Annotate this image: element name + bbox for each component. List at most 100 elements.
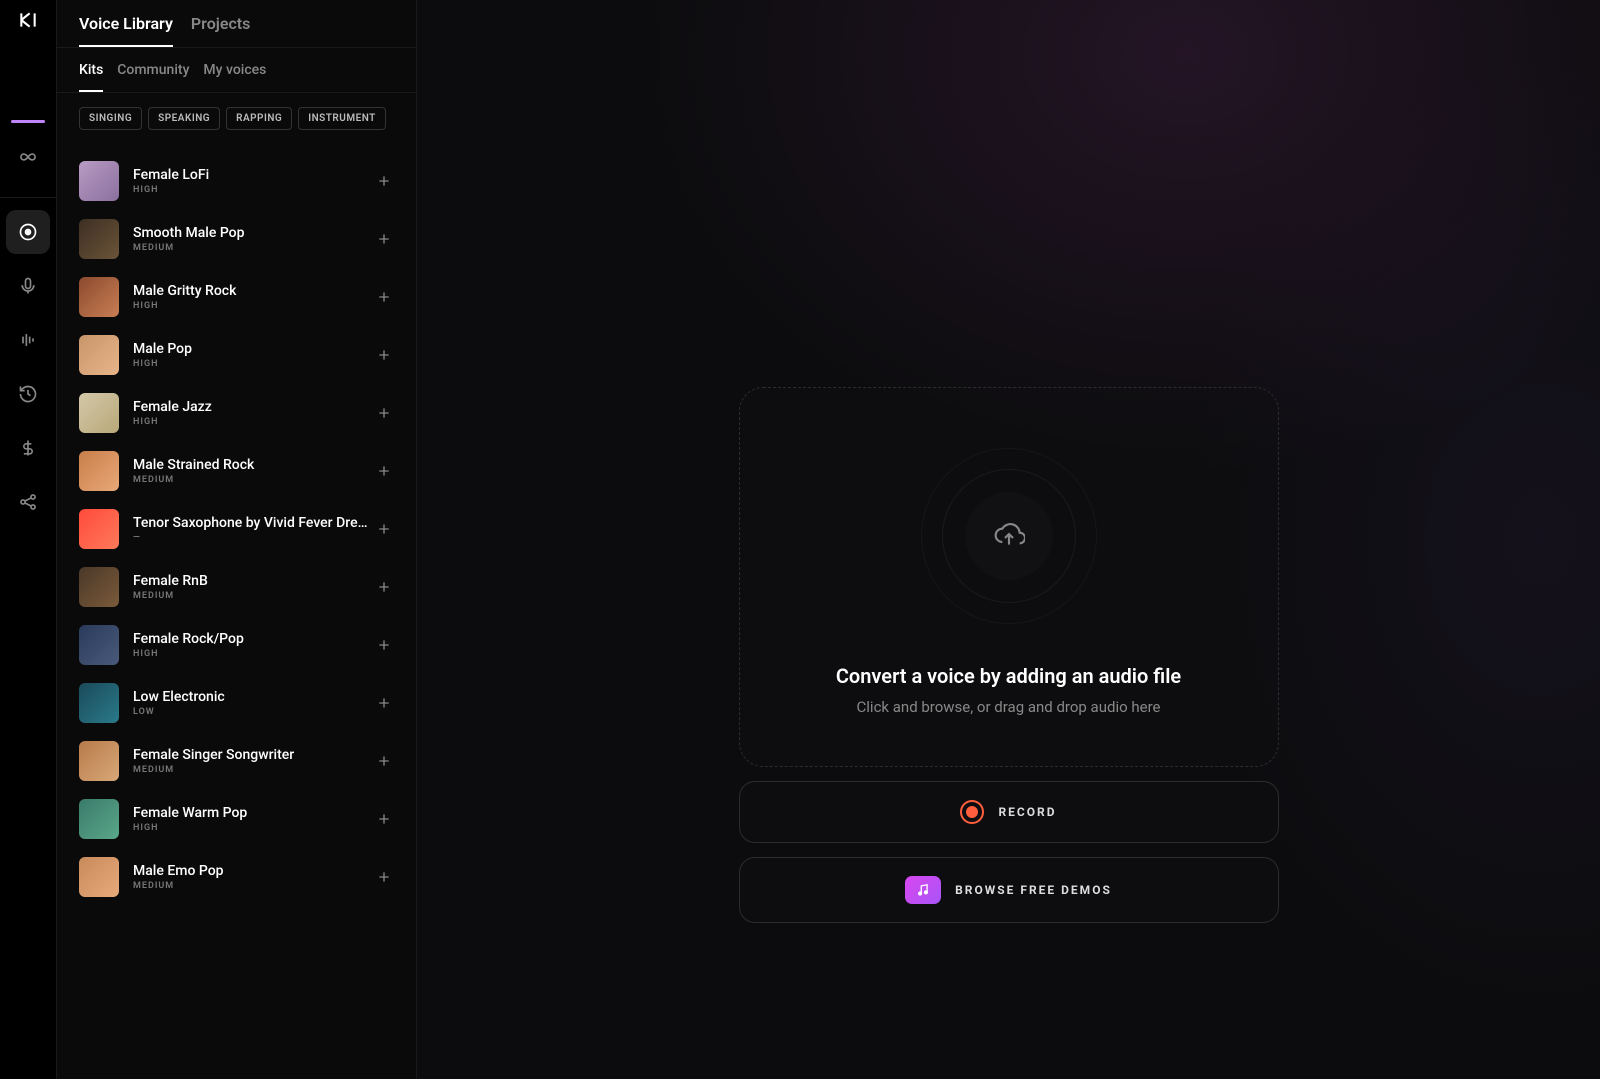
audio-drop-zone[interactable]: Convert a voice by adding an audio file … <box>739 387 1279 767</box>
record-icon <box>960 800 984 824</box>
subtab-community[interactable]: Community <box>117 62 189 92</box>
add-voice-button[interactable] <box>370 863 398 891</box>
voice-name: Female RnB <box>133 573 370 589</box>
add-voice-button[interactable] <box>370 341 398 369</box>
voice-quality: — <box>133 533 370 543</box>
drop-zone-title: Convert a voice by adding an audio file <box>836 664 1181 688</box>
filter-singing[interactable]: SINGING <box>79 107 142 130</box>
add-voice-button[interactable] <box>370 573 398 601</box>
main-area: Convert a voice by adding an audio file … <box>417 0 1600 1079</box>
subtab-kits[interactable]: Kits <box>79 62 103 92</box>
voice-quality: MEDIUM <box>133 475 370 485</box>
voice-item[interactable]: Male Pop HIGH <box>79 326 406 384</box>
add-voice-button[interactable] <box>370 283 398 311</box>
add-voice-button[interactable] <box>370 805 398 833</box>
voice-thumbnail <box>79 219 119 259</box>
voice-quality: MEDIUM <box>133 881 370 891</box>
voice-item[interactable]: Male Gritty Rock HIGH <box>79 268 406 326</box>
sidebar-disc-icon[interactable] <box>6 210 50 254</box>
voice-thumbnail <box>79 683 119 723</box>
voice-name: Male Gritty Rock <box>133 283 370 299</box>
voice-item[interactable]: Female Singer Songwriter MEDIUM <box>79 732 406 790</box>
sub-nav: Kits Community My voices <box>57 48 416 93</box>
add-voice-button[interactable] <box>370 457 398 485</box>
voice-quality: HIGH <box>133 649 370 659</box>
voice-item[interactable]: Tenor Saxophone by Vivid Fever Dreams — <box>79 500 406 558</box>
voice-thumbnail <box>79 625 119 665</box>
voice-info: Female Rock/Pop HIGH <box>133 631 370 659</box>
record-label: RECORD <box>998 805 1056 819</box>
add-voice-button[interactable] <box>370 515 398 543</box>
voice-thumbnail <box>79 567 119 607</box>
icon-sidebar <box>0 0 57 1079</box>
sidebar-share-icon[interactable] <box>6 480 50 524</box>
voice-info: Female Jazz HIGH <box>133 399 370 427</box>
add-voice-button[interactable] <box>370 747 398 775</box>
voice-info: Tenor Saxophone by Vivid Fever Dreams — <box>133 515 370 543</box>
voice-name: Male Strained Rock <box>133 457 370 473</box>
add-voice-button[interactable] <box>370 399 398 427</box>
voice-thumbnail <box>79 393 119 433</box>
filter-row: SINGING SPEAKING RAPPING INSTRUMENT <box>57 93 416 144</box>
voice-info: Low Electronic LOW <box>133 689 370 717</box>
voice-name: Smooth Male Pop <box>133 225 370 241</box>
voice-item[interactable]: Male Emo Pop MEDIUM <box>79 848 406 906</box>
sidebar-microphone-icon[interactable] <box>6 264 50 308</box>
voice-item[interactable]: Female LoFi HIGH <box>79 152 406 210</box>
voice-name: Female Singer Songwriter <box>133 747 370 763</box>
voice-quality: MEDIUM <box>133 765 370 775</box>
app-logo[interactable] <box>18 10 38 30</box>
nav-active-indicator <box>11 120 45 123</box>
voice-name: Low Electronic <box>133 689 370 705</box>
record-button[interactable]: RECORD <box>739 781 1279 843</box>
voice-thumbnail <box>79 509 119 549</box>
voice-info: Male Strained Rock MEDIUM <box>133 457 370 485</box>
voice-quality: MEDIUM <box>133 591 370 601</box>
voice-library-panel: Voice Library Projects Kits Community My… <box>57 0 417 1079</box>
browse-label: BROWSE FREE DEMOS <box>955 883 1112 897</box>
voice-info: Male Gritty Rock HIGH <box>133 283 370 311</box>
voice-quality: HIGH <box>133 301 370 311</box>
filter-speaking[interactable]: SPEAKING <box>148 107 220 130</box>
voice-thumbnail <box>79 161 119 201</box>
music-note-icon <box>905 876 941 904</box>
filter-rapping[interactable]: RAPPING <box>226 107 292 130</box>
voice-list[interactable]: Female LoFi HIGH Smooth Male Pop MEDIUM … <box>57 144 416 1079</box>
subtab-my-voices[interactable]: My voices <box>203 62 266 92</box>
voice-quality: HIGH <box>133 417 370 427</box>
voice-thumbnail <box>79 451 119 491</box>
voice-name: Male Pop <box>133 341 370 357</box>
add-voice-button[interactable] <box>370 631 398 659</box>
voice-name: Male Emo Pop <box>133 863 370 879</box>
voice-item[interactable]: Male Strained Rock MEDIUM <box>79 442 406 500</box>
cloud-upload-icon <box>993 518 1025 554</box>
voice-item[interactable]: Female Jazz HIGH <box>79 384 406 442</box>
voice-item[interactable]: Low Electronic LOW <box>79 674 406 732</box>
voice-thumbnail <box>79 799 119 839</box>
browse-demos-button[interactable]: BROWSE FREE DEMOS <box>739 857 1279 923</box>
voice-thumbnail <box>79 857 119 897</box>
tab-projects[interactable]: Projects <box>191 14 251 47</box>
voice-name: Female Jazz <box>133 399 370 415</box>
voice-name: Female Warm Pop <box>133 805 370 821</box>
voice-quality: HIGH <box>133 823 370 833</box>
voice-thumbnail <box>79 335 119 375</box>
voice-item[interactable]: Smooth Male Pop MEDIUM <box>79 210 406 268</box>
voice-info: Female Warm Pop HIGH <box>133 805 370 833</box>
voice-item[interactable]: Female Rock/Pop HIGH <box>79 616 406 674</box>
tab-voice-library[interactable]: Voice Library <box>79 14 173 47</box>
voice-thumbnail <box>79 741 119 781</box>
add-voice-button[interactable] <box>370 689 398 717</box>
filter-instrument[interactable]: INSTRUMENT <box>298 107 386 130</box>
add-voice-button[interactable] <box>370 225 398 253</box>
sidebar-dollar-icon[interactable] <box>6 426 50 470</box>
sidebar-waveform-icon[interactable] <box>6 318 50 362</box>
voice-info: Smooth Male Pop MEDIUM <box>133 225 370 253</box>
voice-item[interactable]: Female RnB MEDIUM <box>79 558 406 616</box>
sidebar-infinity-icon[interactable] <box>6 135 50 179</box>
voice-quality: HIGH <box>133 185 370 195</box>
add-voice-button[interactable] <box>370 167 398 195</box>
sidebar-history-icon[interactable] <box>6 372 50 416</box>
voice-item[interactable]: Female Warm Pop HIGH <box>79 790 406 848</box>
voice-info: Male Pop HIGH <box>133 341 370 369</box>
